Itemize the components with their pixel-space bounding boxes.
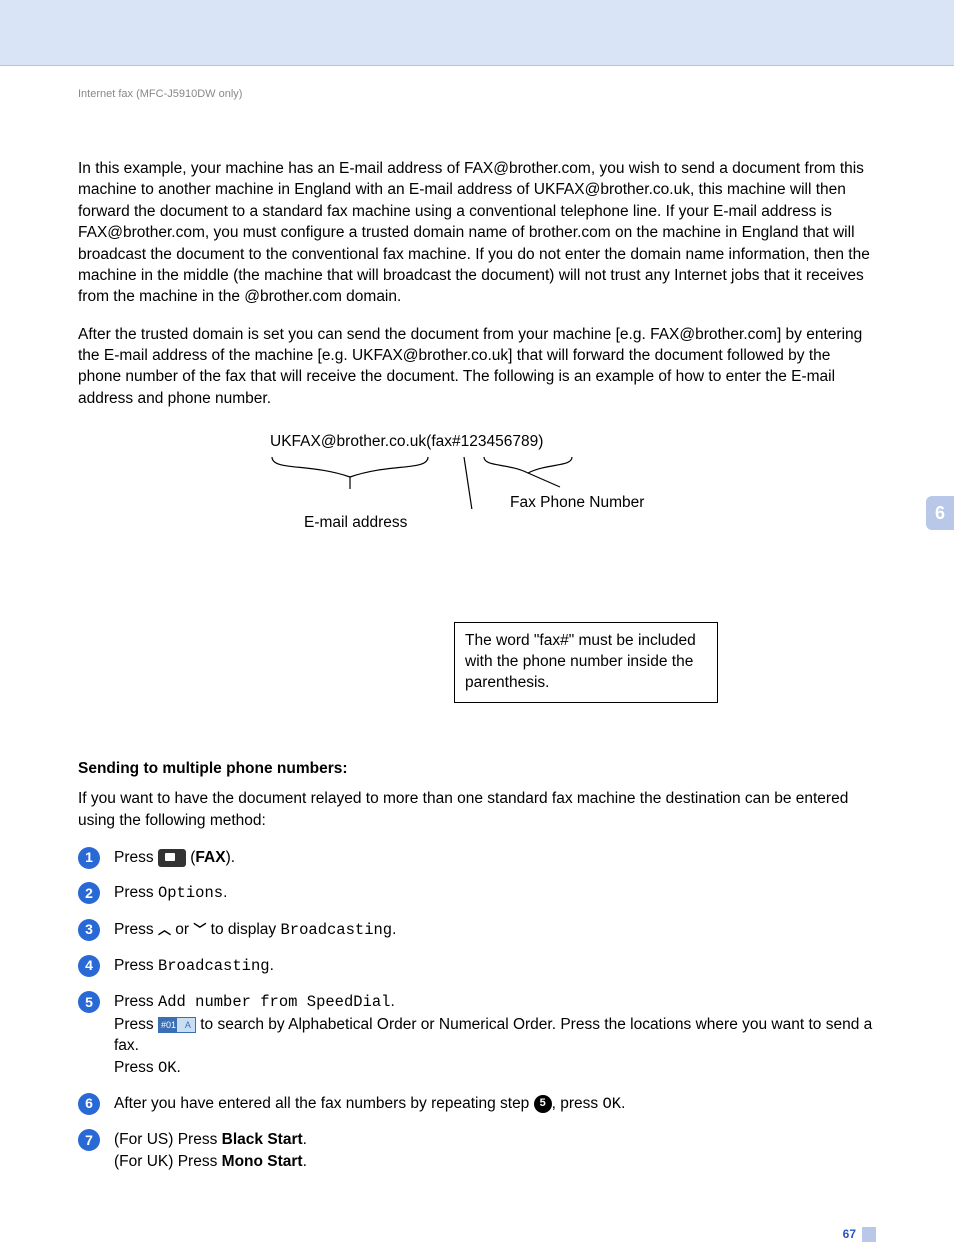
step-number-icon: 7 <box>78 1129 100 1151</box>
step-number-icon: 6 <box>78 1093 100 1115</box>
page-content: Internet fax (MFC-J5910DW only) In this … <box>0 66 954 1226</box>
paragraph-2: After the trusted domain is set you can … <box>78 324 876 410</box>
chevron-down-icon: ﹀ <box>193 921 206 939</box>
step-2: 2 Press Options. <box>78 882 876 904</box>
paragraph-1: In this example, your machine has an E-m… <box>78 158 876 308</box>
breadcrumb: Internet fax (MFC-J5910DW only) <box>78 88 876 100</box>
chapter-tab: 6 <box>926 496 954 530</box>
step-text: , press <box>552 1095 603 1112</box>
step-text: . <box>303 1153 307 1170</box>
step-text: . <box>223 884 227 901</box>
step-text: (For UK) Press <box>114 1153 222 1170</box>
step-4: 4 Press Broadcasting. <box>78 955 876 977</box>
chevron-up-icon: ︿ <box>158 921 171 939</box>
step-text: . <box>621 1095 625 1112</box>
step-text: Press <box>114 921 158 938</box>
ui-label: Options <box>158 884 223 902</box>
diagram-email-label: E-mail address <box>304 514 407 532</box>
step-text: . <box>177 1059 181 1076</box>
step-text: . <box>390 993 394 1010</box>
step-text: (FAX). <box>190 849 235 866</box>
header-bar <box>0 0 954 66</box>
step-1: 1 Press (FAX). <box>78 847 876 868</box>
step-text: . <box>392 921 396 938</box>
steps-list: 1 Press (FAX). 2 Press Options. 3 Press … <box>78 847 876 1172</box>
ui-label: Broadcasting <box>158 957 270 975</box>
step-text: Press <box>114 1016 158 1033</box>
step-text: to search by Alphabetical Order or Numer… <box>114 1016 872 1054</box>
address-diagram: UKFAX@brother.co.uk(fax#123456789) E-mai… <box>78 433 876 714</box>
diagram-address-line: UKFAX@brother.co.uk(fax#123456789) <box>270 433 876 451</box>
fax-icon <box>158 849 186 867</box>
step-text: . <box>270 957 274 974</box>
step-number-icon: 5 <box>78 991 100 1013</box>
step-number-icon: 1 <box>78 847 100 869</box>
diagram-fax-label: Fax Phone Number <box>510 494 644 512</box>
step-number-icon: 2 <box>78 882 100 904</box>
step-text-bold: Mono Start <box>222 1153 303 1170</box>
step-text: to display <box>206 921 280 938</box>
ui-label: Broadcasting <box>280 921 392 939</box>
page-number: 67 <box>843 1227 876 1242</box>
step-3: 3 Press ︿ or ﹀ to display Broadcasting. <box>78 919 876 941</box>
ui-label: Add number from SpeedDial <box>158 993 391 1011</box>
step-number-icon: 4 <box>78 955 100 977</box>
ui-label: OK <box>602 1095 621 1113</box>
ui-label: OK <box>158 1059 177 1077</box>
step-text: After you have entered all the fax numbe… <box>114 1095 534 1112</box>
step-text: or <box>171 921 193 938</box>
step-text: Press <box>114 849 158 866</box>
intro-paragraph: If you want to have the document relayed… <box>78 788 876 831</box>
step-text: Press <box>114 957 158 974</box>
subheading: Sending to multiple phone numbers: <box>78 760 876 778</box>
step-text-bold: Black Start <box>222 1131 303 1148</box>
step-number-icon: 3 <box>78 919 100 941</box>
step-text: Press <box>114 884 158 901</box>
search-order-icon: #01 <box>158 1017 196 1033</box>
step-6: 6 After you have entered all the fax num… <box>78 1093 876 1115</box>
step-text: . <box>303 1131 307 1148</box>
step-ref-icon: 5 <box>534 1095 552 1113</box>
step-5: 5 Press Add number from SpeedDial. Press… <box>78 991 876 1079</box>
step-7: 7 (For US) Press Black Start. (For UK) P… <box>78 1129 876 1172</box>
diagram-note-box: The word "fax#" must be included with th… <box>454 622 718 703</box>
step-text: (For US) Press <box>114 1131 222 1148</box>
step-text: Press <box>114 1059 158 1076</box>
step-text: Press <box>114 993 158 1010</box>
